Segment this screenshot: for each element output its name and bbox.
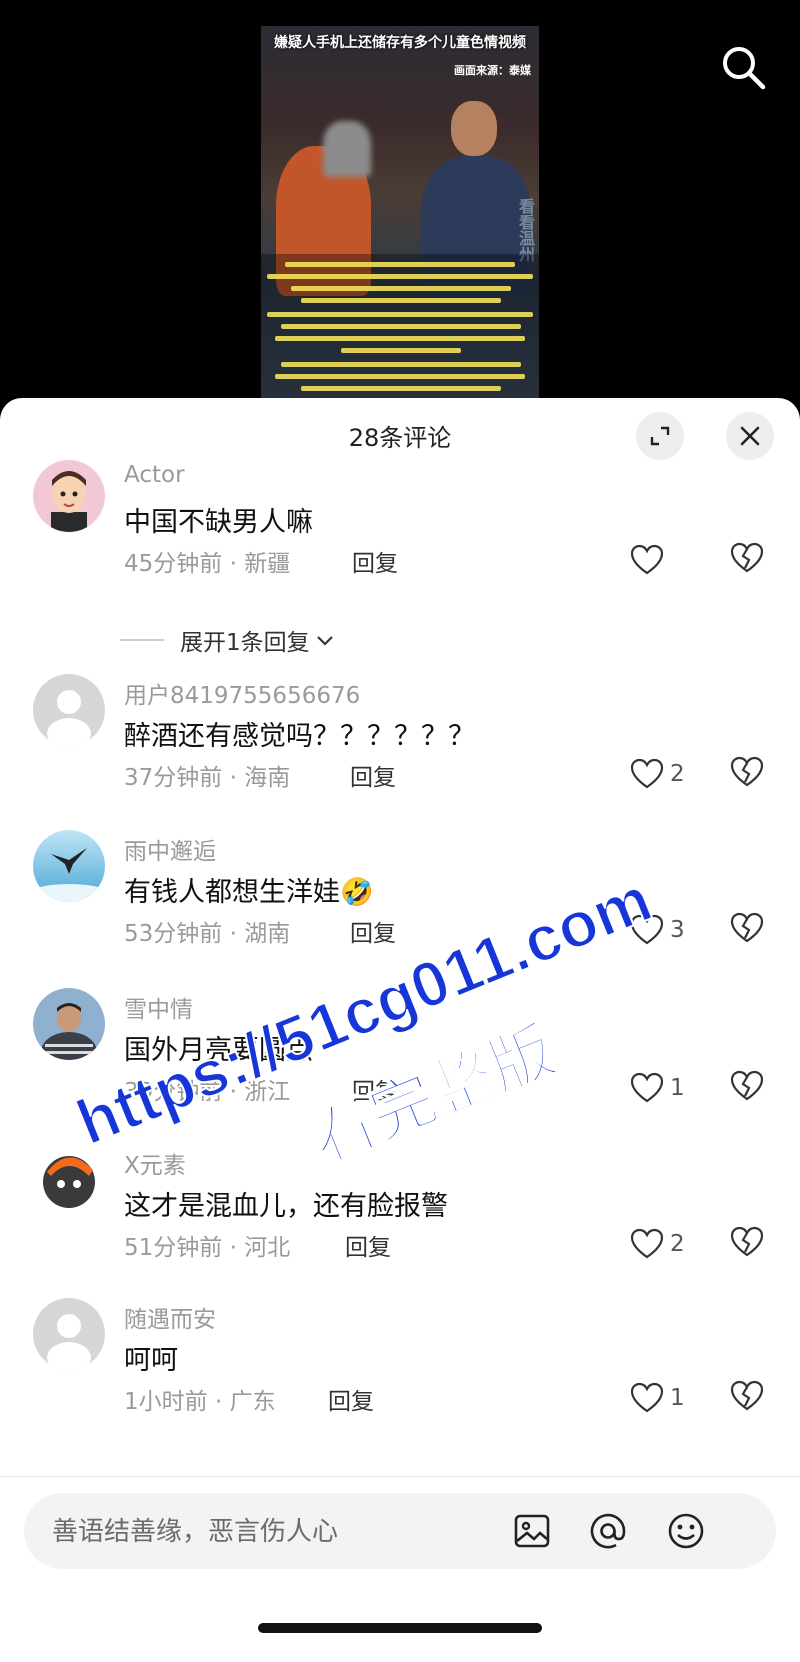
heart-icon (630, 1072, 664, 1103)
comment-item: 雪中情 国外月亮要圆点 39分钟前 · 浙江 回复 1 (0, 988, 800, 1128)
home-indicator[interactable] (258, 1623, 542, 1633)
like-button[interactable]: 2 (630, 1226, 702, 1262)
expand-icon (650, 426, 670, 446)
expand-replies-label: 展开1条回复 (180, 630, 310, 656)
expand-replies-button[interactable]: 展开1条回复 (120, 620, 420, 660)
dislike-button[interactable] (730, 756, 766, 792)
like-count: 1 (670, 1385, 685, 1411)
comment-item: Actor 中国不缺男人嘛 45分钟前 · 新疆 回复 (0, 460, 800, 600)
avatar[interactable] (33, 988, 105, 1060)
dislike-button[interactable] (730, 1070, 766, 1106)
reply-button[interactable]: 回复 (345, 1228, 391, 1262)
heart-icon (630, 1382, 664, 1413)
comment-input-container[interactable] (24, 1493, 776, 1571)
dislike-button[interactable] (730, 542, 766, 578)
comment-meta: 39分钟前 · 浙江 (124, 1079, 291, 1105)
comment-meta: 1小时前 · 广东 (124, 1389, 276, 1415)
like-button[interactable] (630, 542, 702, 578)
reply-button[interactable]: 回复 (352, 1072, 398, 1106)
broken-heart-icon (730, 1226, 764, 1257)
broken-heart-icon (730, 542, 764, 573)
video-officer-head (451, 101, 497, 156)
like-count: 2 (670, 761, 685, 787)
reply-button[interactable]: 回复 (350, 914, 396, 948)
comment-input[interactable] (50, 1493, 474, 1571)
like-button[interactable]: 1 (630, 1380, 702, 1416)
avatar[interactable] (33, 1144, 105, 1216)
avatar[interactable] (33, 674, 105, 746)
comment-input-bar (0, 1476, 800, 1662)
close-icon (740, 426, 760, 446)
reply-button[interactable]: 回复 (352, 544, 398, 578)
comment-meta: 51分钟前 · 河北 (124, 1235, 291, 1261)
chevron-down-icon (316, 636, 333, 646)
dislike-button[interactable] (730, 1226, 766, 1262)
comment-item: 雨中邂逅 有钱人都想生洋娃🤣 53分钟前 · 湖南 回复 3 (0, 830, 800, 970)
like-count: 1 (670, 1075, 685, 1101)
mention-icon[interactable] (588, 1511, 628, 1551)
heart-icon (630, 914, 664, 945)
expand-sheet-button[interactable] (636, 412, 684, 460)
heart-icon (630, 1228, 664, 1259)
broken-heart-icon (730, 1070, 764, 1101)
video-player[interactable]: 嫌疑人手机上还储存有多个儿童色情视频 画面来源：泰媒 看看温州 (0, 0, 800, 420)
video-subtitles (261, 254, 539, 398)
heart-icon (630, 544, 664, 575)
reply-button[interactable]: 回复 (328, 1382, 374, 1416)
dislike-button[interactable] (730, 912, 766, 948)
avatar[interactable] (33, 460, 105, 532)
image-icon[interactable] (512, 1511, 552, 1551)
comment-username[interactable]: 雨中邂逅 (124, 832, 216, 866)
comment-username[interactable]: 雪中情 (124, 990, 193, 1024)
video-headline: 嫌疑人手机上还储存有多个儿童色情视频 (274, 35, 526, 51)
heart-icon (630, 758, 664, 789)
broken-heart-icon (730, 1380, 764, 1411)
comment-meta: 45分钟前 · 新疆 (124, 551, 291, 577)
comment-text: 醉酒还有感觉吗？？？？？？ (124, 721, 475, 752)
broken-heart-icon (730, 756, 764, 787)
comment-text: 有钱人都想生洋娃🤣 (124, 877, 374, 908)
comment-item: 用户8419755656676 醉酒还有感觉吗？？？？？？ 37分钟前 · 海南… (0, 674, 800, 814)
like-button[interactable]: 2 (630, 756, 702, 792)
comment-item: 随遇而安 呵呵 1小时前 · 广东 回复 1 (0, 1298, 800, 1438)
comment-username[interactable]: X元素 (124, 1146, 186, 1180)
avatar[interactable] (33, 830, 105, 902)
search-icon[interactable] (718, 42, 768, 92)
close-button[interactable] (726, 412, 774, 460)
comment-username[interactable]: 用户8419755656676 (124, 676, 360, 710)
divider-line (120, 639, 164, 641)
comment-text: 国外月亮要圆点 (124, 1035, 313, 1066)
video-frame[interactable]: 嫌疑人手机上还储存有多个儿童色情视频 画面来源：泰媒 看看温州 (261, 26, 539, 398)
video-watermark: 看看温州 (516, 198, 535, 262)
comment-meta: 53分钟前 · 湖南 (124, 921, 291, 947)
like-count: 2 (670, 1231, 685, 1257)
comment-text: 这才是混血儿，还有脸报警 (124, 1191, 448, 1222)
comments-sheet: 28条评论 Actor 中国不缺男人嘛 45分钟前 · 新疆 回复 展开1条回复… (0, 398, 800, 1662)
video-source-label: 画面来源：泰媒 (454, 64, 531, 77)
like-count: 3 (670, 917, 685, 943)
comment-username[interactable]: 随遇而安 (124, 1300, 216, 1334)
comment-username[interactable]: Actor (124, 462, 185, 488)
broken-heart-icon (730, 912, 764, 943)
comment-item: X元素 这才是混血儿，还有脸报警 51分钟前 · 河北 回复 2 (0, 1144, 800, 1284)
dislike-button[interactable] (730, 1380, 766, 1416)
avatar[interactable] (33, 1298, 105, 1370)
comment-text: 呵呵 (124, 1345, 178, 1376)
emoji-icon[interactable] (666, 1511, 706, 1551)
like-button[interactable]: 3 (630, 912, 702, 948)
video-blurred-face (323, 121, 371, 177)
comment-text: 中国不缺男人嘛 (124, 507, 313, 538)
reply-button[interactable]: 回复 (350, 758, 396, 792)
comment-meta: 37分钟前 · 海南 (124, 765, 291, 791)
like-button[interactable]: 1 (630, 1070, 702, 1106)
